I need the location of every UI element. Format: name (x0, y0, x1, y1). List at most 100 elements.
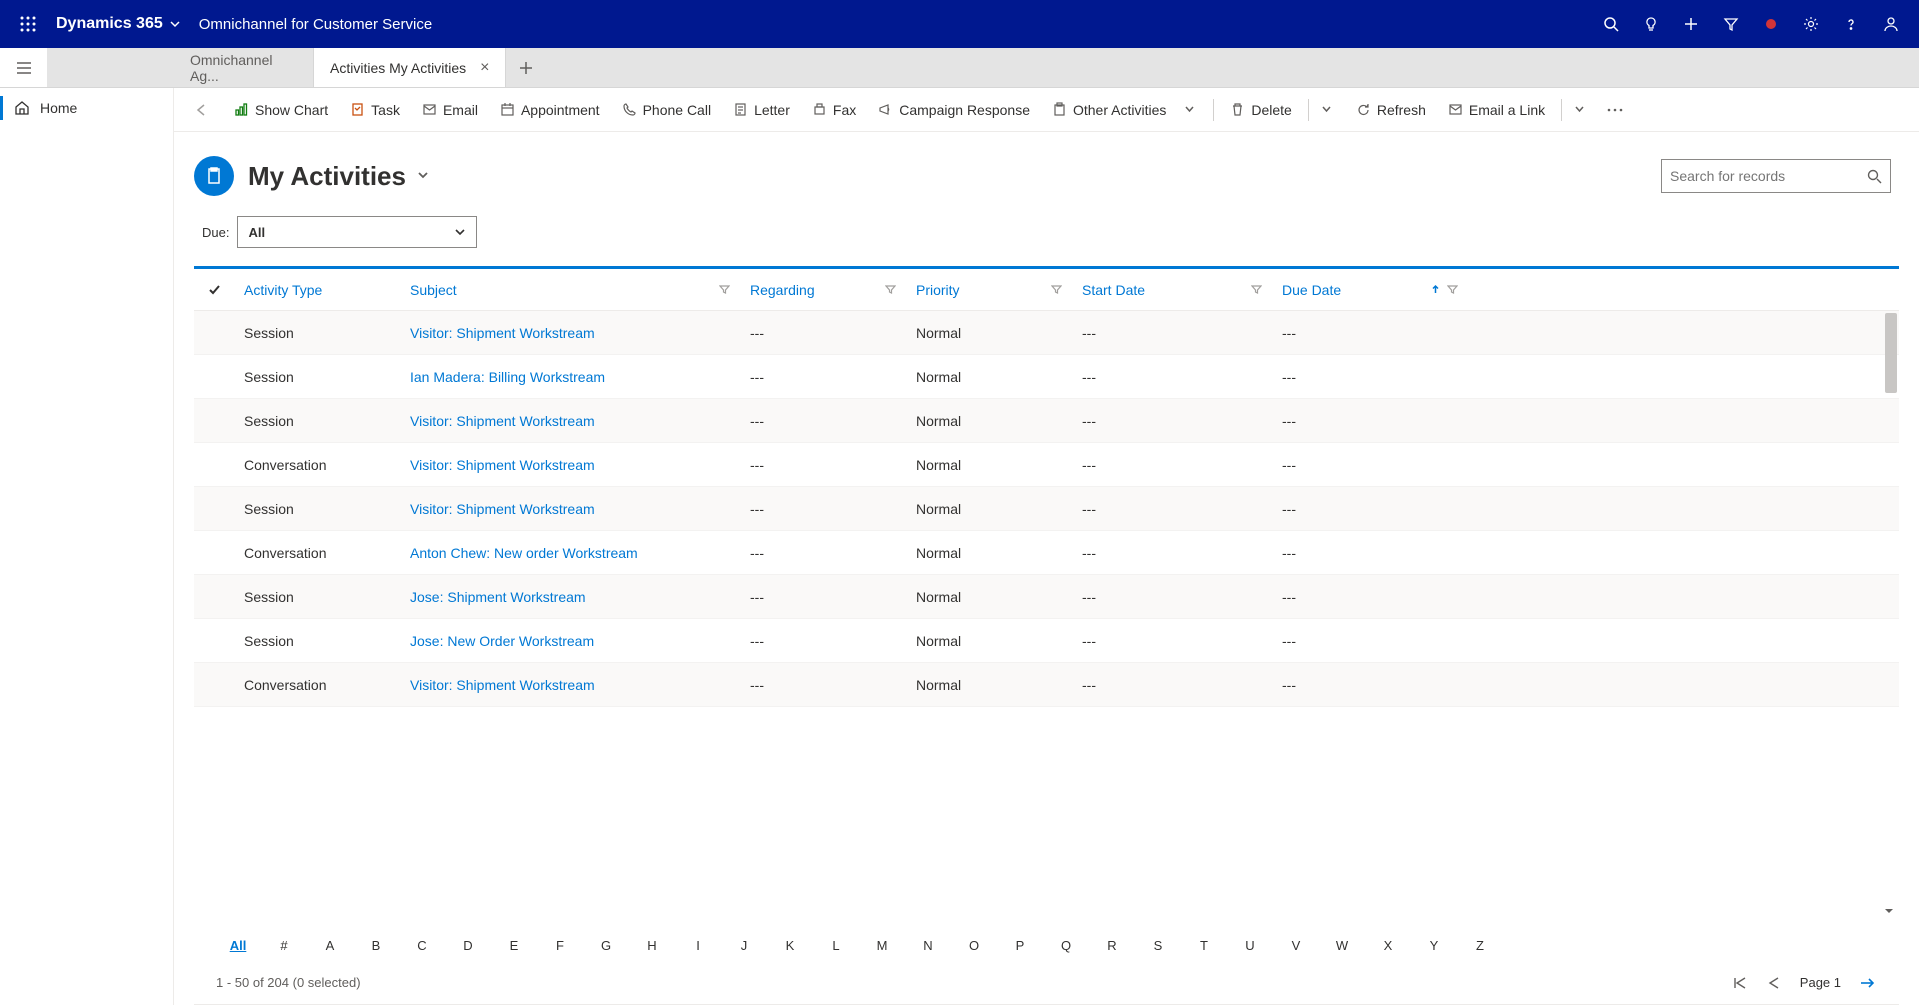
pager-prev[interactable] (1766, 976, 1782, 990)
column-due-date[interactable]: Due Date (1272, 282, 1468, 298)
alpha-a[interactable]: A (308, 938, 352, 953)
alpha-e[interactable]: E (492, 938, 536, 953)
filter-icon[interactable] (1051, 282, 1062, 298)
settings-icon[interactable] (1791, 0, 1831, 48)
alpha-k[interactable]: K (768, 938, 812, 953)
help-icon[interactable] (1831, 0, 1871, 48)
user-icon[interactable] (1871, 0, 1911, 48)
filter-icon[interactable] (719, 282, 730, 298)
alpha-#[interactable]: # (262, 938, 306, 953)
cmd-delete-chevron[interactable] (1315, 93, 1344, 127)
subject-link[interactable]: Visitor: Shipment Workstream (410, 501, 595, 517)
subject-link[interactable]: Visitor: Shipment Workstream (410, 457, 595, 473)
table-row[interactable]: Session Jose: New Order Workstream --- N… (194, 619, 1899, 663)
alpha-n[interactable]: N (906, 938, 950, 953)
subject-link[interactable]: Visitor: Shipment Workstream (410, 325, 595, 341)
alpha-c[interactable]: C (400, 938, 444, 953)
cmd-show-chart[interactable]: Show Chart (224, 93, 338, 127)
sidebar-toggle[interactable] (0, 48, 48, 87)
scrollbar-thumb[interactable] (1885, 313, 1897, 393)
record-search[interactable] (1661, 159, 1891, 193)
cmd-delete[interactable]: Delete (1220, 93, 1301, 127)
alpha-g[interactable]: G (584, 938, 628, 953)
table-row[interactable]: Conversation Visitor: Shipment Workstrea… (194, 443, 1899, 487)
alpha-p[interactable]: P (998, 938, 1042, 953)
table-row[interactable]: Session Visitor: Shipment Workstream ---… (194, 487, 1899, 531)
grid-body[interactable]: Session Visitor: Shipment Workstream ---… (194, 311, 1899, 926)
filter-icon[interactable] (1447, 282, 1458, 298)
alpha-v[interactable]: V (1274, 938, 1318, 953)
search-icon[interactable] (1591, 0, 1631, 48)
pager-first[interactable] (1732, 976, 1748, 990)
select-all-checkbox[interactable] (194, 282, 234, 297)
table-row[interactable]: Session Visitor: Shipment Workstream ---… (194, 399, 1899, 443)
filter-icon[interactable] (1711, 0, 1751, 48)
cmd-refresh[interactable]: Refresh (1346, 93, 1436, 127)
cmd-other-activities[interactable]: Other Activities (1042, 93, 1176, 127)
subject-link[interactable]: Jose: New Order Workstream (410, 633, 594, 649)
alpha-l[interactable]: L (814, 938, 858, 953)
alpha-all[interactable]: All (216, 938, 260, 953)
alpha-q[interactable]: Q (1044, 938, 1088, 953)
cmd-other-activities-chevron[interactable] (1178, 93, 1207, 127)
alpha-i[interactable]: I (676, 938, 720, 953)
table-row[interactable]: Session Jose: Shipment Workstream --- No… (194, 575, 1899, 619)
alpha-z[interactable]: Z (1458, 938, 1502, 953)
alpha-f[interactable]: F (538, 938, 582, 953)
add-icon[interactable] (1671, 0, 1711, 48)
tab-omnichannel-agent[interactable]: Omnichannel Ag... (174, 48, 314, 87)
scroll-down-icon[interactable] (1883, 904, 1895, 920)
table-row[interactable]: Conversation Anton Chew: New order Works… (194, 531, 1899, 575)
cmd-appointment[interactable]: Appointment (490, 93, 610, 127)
brand-switcher[interactable]: Dynamics 365 (56, 15, 181, 33)
alpha-y[interactable]: Y (1412, 938, 1456, 953)
column-regarding[interactable]: Regarding (740, 282, 906, 298)
column-start-date[interactable]: Start Date (1072, 282, 1272, 298)
cmd-task[interactable]: Task (340, 93, 410, 127)
table-row[interactable]: Session Visitor: Shipment Workstream ---… (194, 311, 1899, 355)
table-row[interactable]: Conversation Visitor: Shipment Workstrea… (194, 663, 1899, 707)
alpha-r[interactable]: R (1090, 938, 1134, 953)
sort-asc-icon[interactable] (1430, 282, 1441, 298)
subject-link[interactable]: Ian Madera: Billing Workstream (410, 369, 605, 385)
alpha-t[interactable]: T (1182, 938, 1226, 953)
table-row[interactable]: Session Ian Madera: Billing Workstream -… (194, 355, 1899, 399)
alpha-o[interactable]: O (952, 938, 996, 953)
cmd-campaign-response[interactable]: Campaign Response (868, 93, 1040, 127)
alpha-b[interactable]: B (354, 938, 398, 953)
back-button[interactable] (186, 94, 218, 126)
cmd-email-a-link[interactable]: Email a Link (1438, 93, 1555, 127)
pager-next[interactable] (1859, 976, 1877, 990)
filter-icon[interactable] (1251, 282, 1262, 298)
column-priority[interactable]: Priority (906, 282, 1072, 298)
subject-link[interactable]: Visitor: Shipment Workstream (410, 677, 595, 693)
cmd-overflow[interactable] (1599, 93, 1637, 127)
column-activity-type[interactable]: Activity Type (234, 282, 400, 298)
sidebar-item-home[interactable]: Home (0, 88, 173, 128)
subject-link[interactable]: Jose: Shipment Workstream (410, 589, 586, 605)
alpha-s[interactable]: S (1136, 938, 1180, 953)
view-selector[interactable] (416, 168, 430, 185)
alpha-w[interactable]: W (1320, 938, 1364, 953)
close-icon[interactable]: × (480, 59, 489, 77)
alpha-j[interactable]: J (722, 938, 766, 953)
alpha-u[interactable]: U (1228, 938, 1272, 953)
subject-link[interactable]: Anton Chew: New order Workstream (410, 545, 638, 561)
column-subject[interactable]: Subject (400, 282, 740, 298)
cmd-email[interactable]: Email (412, 93, 488, 127)
tab-activities[interactable]: Activities My Activities × (314, 48, 506, 87)
subject-link[interactable]: Visitor: Shipment Workstream (410, 413, 595, 429)
cmd-phone-call[interactable]: Phone Call (612, 93, 722, 127)
app-launcher-icon[interactable] (8, 16, 48, 32)
alpha-m[interactable]: M (860, 938, 904, 953)
alpha-h[interactable]: H (630, 938, 674, 953)
cmd-letter[interactable]: Letter (723, 93, 800, 127)
cmd-email-link-chevron[interactable] (1568, 93, 1597, 127)
cmd-fax[interactable]: Fax (802, 93, 866, 127)
filter-icon[interactable] (885, 282, 896, 298)
lightbulb-icon[interactable] (1631, 0, 1671, 48)
alpha-x[interactable]: X (1366, 938, 1410, 953)
due-select[interactable]: All (237, 216, 477, 248)
presence-indicator[interactable] (1751, 0, 1791, 48)
alpha-d[interactable]: D (446, 938, 490, 953)
